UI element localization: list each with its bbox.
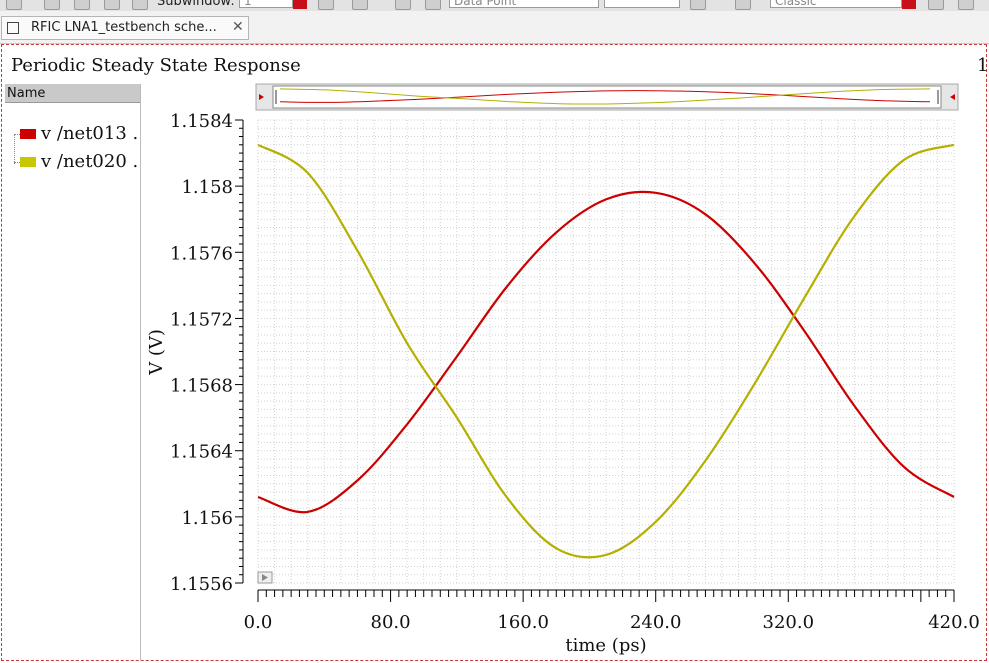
y-axis: 1.1556 1.156 1.1564 1.1568 1.1572 1.1576 1.158… xyxy=(170,111,244,595)
y-tick-label: 1.1568 xyxy=(170,376,233,397)
scrollbar-thumb[interactable] xyxy=(272,85,942,109)
x-tick-label: 160.0 xyxy=(497,612,549,633)
y-tick-label: 1.1556 xyxy=(170,574,233,595)
x-tick-label: 80.0 xyxy=(371,612,411,633)
x-axis: 0.0 80.0 160.0 240.0 320.0 420.0 xyxy=(244,589,980,633)
y-tick-label: 1.1564 xyxy=(170,442,233,463)
chart: 1.1556 1.156 1.1564 1.1568 1.1572 1.1576 1.158… xyxy=(146,83,980,656)
x-axis-label: time (ps) xyxy=(565,635,646,656)
y-axis-label: V (V) xyxy=(146,329,167,376)
y-tick-label: 1.1572 xyxy=(170,309,233,330)
x-tick-label: 420.0 xyxy=(928,612,980,633)
y-tick-label: 1.158 xyxy=(181,177,233,198)
x-tick-label: 320.0 xyxy=(763,612,815,633)
x-tick-label: 240.0 xyxy=(630,612,682,633)
y-tick-label: 1.156 xyxy=(181,508,233,529)
y-tick-label: 1.1584 xyxy=(170,111,233,132)
y-tick-label: 1.1576 xyxy=(170,243,233,264)
x-range-scrollbar[interactable] xyxy=(255,83,959,111)
x-tick-label: 0.0 xyxy=(244,612,273,633)
